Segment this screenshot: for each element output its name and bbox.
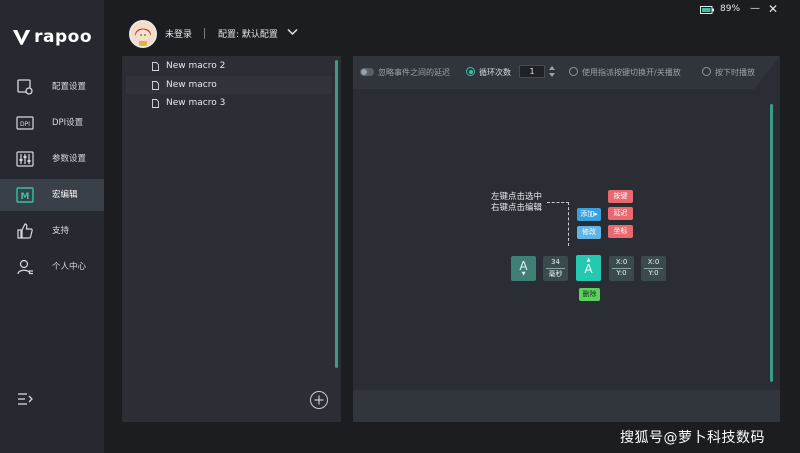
key-down-tile[interactable]: A ▼ <box>511 256 536 281</box>
ignore-delay-label: 忽略事件之间的延迟 <box>378 68 450 77</box>
coordinate-tile[interactable]: X:0 Y:0 <box>641 256 666 281</box>
loop-count-input[interactable]: 1 <box>519 65 545 78</box>
key-up-tile[interactable]: ▲ A <box>576 255 601 281</box>
hold-playback-label: 按下时播放 <box>715 68 755 77</box>
document-icon <box>152 61 159 71</box>
sidebar-item-label: 配置设置 <box>52 82 87 92</box>
add-delay-button[interactable]: 延迟 <box>608 207 633 220</box>
sidebar-item-label: 宏编辑 <box>52 190 78 200</box>
add-key-button[interactable]: 按键 <box>608 190 633 203</box>
close-button[interactable]: ✕ <box>768 3 780 15</box>
battery-level: 89% <box>720 4 741 14</box>
hint-right-click: 右键点击编辑 <box>491 203 543 213</box>
rapoo-logo-icon <box>12 30 31 45</box>
delay-unit: 毫秒 <box>548 270 563 278</box>
key-down-arrow-icon: ▼ <box>521 271 526 277</box>
sidebar-item-label: 个人中心 <box>52 262 87 272</box>
key-up-letter: A <box>584 262 593 276</box>
sidebar-item-profile[interactable]: 个人中心 <box>0 251 104 283</box>
macro-list-item[interactable]: New macro <box>126 76 332 94</box>
loop-count-radio[interactable] <box>466 67 475 76</box>
chevron-down-icon[interactable] <box>287 28 298 36</box>
loop-count-stepper-icon[interactable] <box>548 65 556 78</box>
avatar[interactable] <box>129 20 157 48</box>
add-coordinate-button[interactable]: 坐标 <box>608 225 633 238</box>
login-status[interactable]: 未登录 <box>165 27 192 40</box>
macro-name: New macro <box>166 80 217 90</box>
caret-right-icon: ▸ <box>594 210 598 218</box>
brand-name: rapoo <box>34 27 92 47</box>
watermark: 搜狐号@萝卜科技数码 <box>620 430 765 446</box>
sidebar-item-label: DPI设置 <box>52 118 84 128</box>
profile-selector[interactable]: 配置: 默认配置 <box>218 27 278 40</box>
sidebar-item-params[interactable]: 参数设置 <box>0 143 104 175</box>
toggle-playback-radio[interactable] <box>569 67 578 76</box>
coord-x: X:0 <box>615 258 628 266</box>
sidebar-item-support[interactable]: 支持 <box>0 215 104 247</box>
macro-list-item[interactable]: New macro 2 <box>126 57 332 75</box>
menu-collapse-icon[interactable] <box>17 392 33 406</box>
coordinate-tile[interactable]: X:0 Y:0 <box>609 256 634 281</box>
macro-list-scrollbar[interactable] <box>335 60 338 368</box>
toggle-playback-label: 使用指派按键切换开/关播放 <box>582 68 681 77</box>
sidebar-item-label: 参数设置 <box>52 154 87 164</box>
delay-value: 34 <box>551 258 560 266</box>
brand-logo: rapoo <box>12 26 92 48</box>
editor-scrollbar[interactable] <box>770 104 773 382</box>
macro-icon: M <box>16 187 34 203</box>
user-icon <box>17 259 33 275</box>
add-macro-button[interactable] <box>310 391 328 409</box>
sidebar-item-config[interactable]: 配置设置 <box>0 71 104 103</box>
coord-y: Y:0 <box>648 269 659 277</box>
coord-x: X:0 <box>647 258 660 266</box>
delay-tile[interactable]: 34 毫秒 <box>543 256 568 281</box>
macro-name: New macro 2 <box>166 61 226 71</box>
document-icon <box>152 98 159 108</box>
macro-list-item[interactable]: New macro 3 <box>126 94 332 112</box>
tile-divider <box>546 268 565 269</box>
battery-icon <box>700 6 714 14</box>
edit-button[interactable]: 修改 <box>577 226 601 239</box>
ignore-delay-toggle[interactable] <box>360 68 374 76</box>
tile-divider <box>612 268 631 269</box>
editor-footer <box>353 390 780 422</box>
config-icon <box>17 79 33 95</box>
tile-divider <box>644 268 663 269</box>
document-icon <box>152 80 159 90</box>
sliders-icon <box>16 151 34 167</box>
macro-name: New macro 3 <box>166 98 226 108</box>
coord-y: Y:0 <box>616 269 627 277</box>
sidebar-item-dpi[interactable]: DPI DPI设置 <box>0 107 104 139</box>
sidebar-item-macro[interactable]: M 宏编辑 <box>0 179 104 211</box>
hold-playback-radio[interactable] <box>702 67 711 76</box>
svg-text:M: M <box>21 192 30 202</box>
svg-text:DPI: DPI <box>20 121 30 128</box>
delete-button[interactable]: 删除 <box>579 288 600 301</box>
dpi-icon: DPI <box>16 116 34 130</box>
thumbs-up-icon <box>17 223 33 239</box>
add-menu-button[interactable]: 添加▸ <box>577 208 601 221</box>
hint-connector <box>547 202 569 246</box>
header-divider <box>204 28 205 39</box>
loop-count-label: 循环次数 <box>479 68 511 77</box>
minimize-button[interactable]: — <box>750 3 760 15</box>
avatar-face-icon <box>131 22 155 46</box>
add-label: 添加 <box>580 210 595 218</box>
sidebar-item-label: 支持 <box>52 226 70 236</box>
